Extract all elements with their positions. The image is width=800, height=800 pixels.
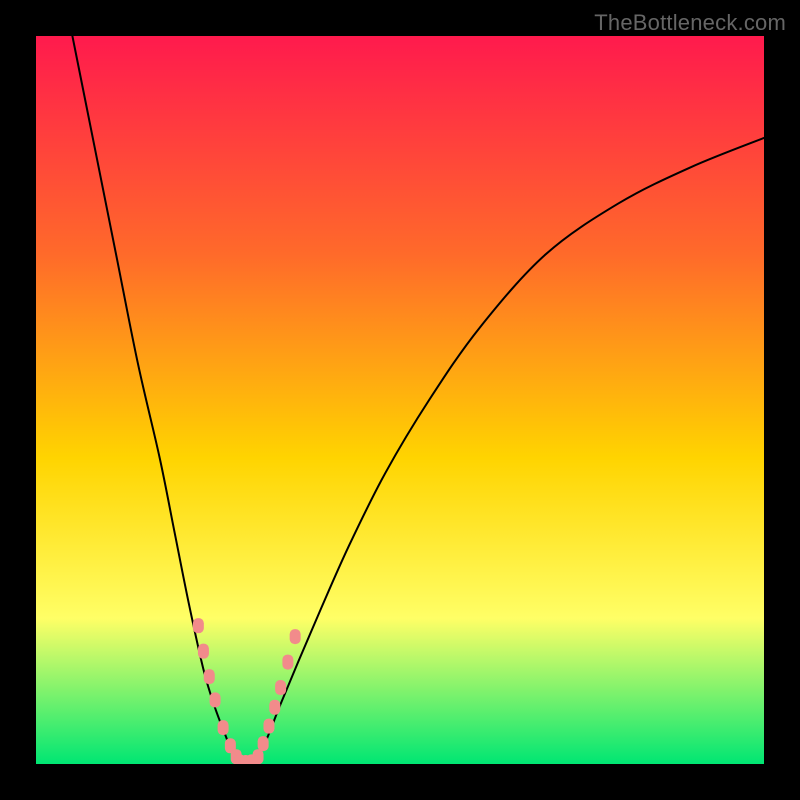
marker-valley-floor-markers-2 bbox=[246, 754, 257, 764]
marker-left-branch-markers-2 bbox=[204, 669, 215, 684]
chart-frame: TheBottleneck.com bbox=[0, 0, 800, 800]
marker-right-branch-markers-5 bbox=[282, 655, 293, 670]
chart-svg bbox=[36, 36, 764, 764]
marker-left-branch-markers-1 bbox=[198, 644, 209, 659]
marker-right-branch-markers-6 bbox=[290, 629, 301, 644]
watermark-text: TheBottleneck.com bbox=[594, 10, 786, 36]
marker-right-branch-markers-4 bbox=[275, 680, 286, 695]
marker-left-branch-markers-3 bbox=[210, 692, 221, 707]
marker-left-branch-markers-0 bbox=[193, 618, 204, 633]
marker-right-branch-markers-2 bbox=[263, 719, 274, 734]
plot-area bbox=[36, 36, 764, 764]
marker-right-branch-markers-1 bbox=[258, 736, 269, 751]
marker-left-branch-markers-4 bbox=[218, 720, 229, 735]
marker-right-branch-markers-3 bbox=[269, 700, 280, 715]
